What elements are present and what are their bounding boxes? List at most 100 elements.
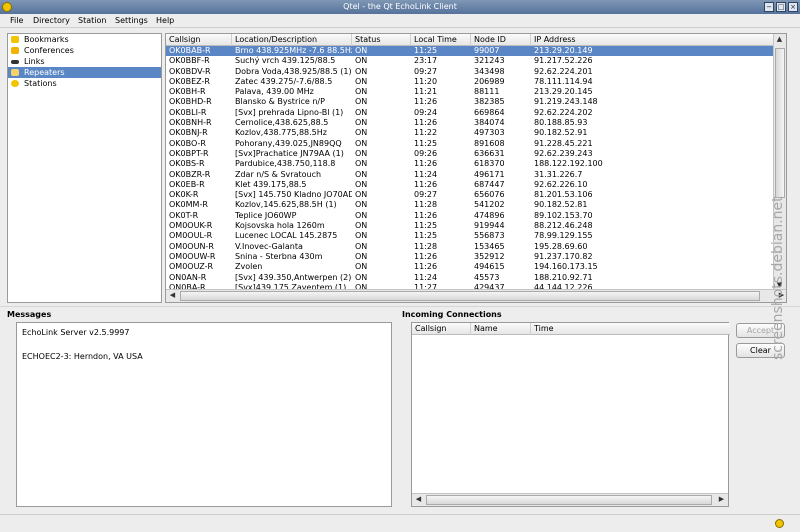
- nav-conferences[interactable]: Conferences: [8, 45, 161, 56]
- table-row[interactable]: ON0AN-R [Svx] 439.350,Antwerpen (2) ON 11:2…: [166, 273, 774, 283]
- table-cell: 213.29.20.145: [534, 87, 593, 97]
- scroll-thumb[interactable]: [180, 291, 760, 301]
- table-cell: Blansko & Bystrice n/P: [235, 97, 325, 107]
- splitter[interactable]: [0, 306, 800, 310]
- table-cell: [Svx] prehrada Lipno-Bl (1): [235, 107, 344, 117]
- scroll-right-arrow-icon[interactable]: ▶: [716, 495, 727, 503]
- incoming-col-time[interactable]: Time: [531, 323, 730, 335]
- table-row[interactable]: OM0OUN-R V.Inovec-Galanta ON 11:28 153465 195…: [166, 242, 774, 252]
- table-row[interactable]: OK0BNH-R Cernolice,438.625,88.5 ON 11:26 384…: [166, 118, 774, 128]
- table-row[interactable]: OK0K-R [Svx] 145.750 Kladno JO70AD ON 09:27…: [166, 190, 774, 200]
- maximize-button[interactable]: □: [776, 2, 786, 12]
- table-row[interactable]: OK0BBF-R Suchý vrch 439.125/88.5 ON 23:17 32…: [166, 56, 774, 66]
- table-cell: 92.62.224.201: [534, 66, 593, 76]
- table-cell: ON: [355, 66, 368, 76]
- messages-view[interactable]: EchoLink Server v2.5.9997 ECHOEC2-3: Her…: [16, 322, 392, 507]
- incoming-col-callsign[interactable]: Callsign: [412, 323, 471, 335]
- table-row[interactable]: OK0BAB-R Brno 438.925MHz -7.6 88.5Hz ON 11:…: [166, 46, 774, 57]
- table-cell: Cernolice,438.625,88.5: [235, 118, 329, 128]
- table-cell: 11:25: [414, 138, 438, 148]
- col-local-time[interactable]: Local Time: [411, 34, 471, 46]
- table-cell: Brno 438.925MHz -7.6 88.5Hz: [235, 46, 352, 55]
- table-cell: 11:20: [414, 76, 438, 86]
- table-cell: 656076: [474, 190, 505, 200]
- table-row[interactable]: OK0BPT-R [Svx]Prachatice JN79AA (1) ON 09:2…: [166, 149, 774, 159]
- menu-file[interactable]: File: [10, 16, 23, 25]
- minimize-button[interactable]: −: [764, 2, 774, 12]
- table-row[interactable]: OK0MM-R Kozlov,145.625,88.5H (1) ON 11:28 54…: [166, 200, 774, 210]
- table-cell: ON: [355, 241, 368, 251]
- table-row[interactable]: OK0T-R Teplice JO60WP ON 11:26 474896 89.102.…: [166, 211, 774, 221]
- scroll-left-arrow-icon[interactable]: ◀: [413, 495, 424, 503]
- table-cell: ON: [355, 76, 368, 86]
- menu-station[interactable]: Station: [78, 16, 106, 25]
- message-line: EchoLink Server v2.5.9997: [22, 328, 130, 337]
- messages-title: Messages: [7, 310, 52, 319]
- incoming-col-name[interactable]: Name: [471, 323, 531, 335]
- nav-bookmarks[interactable]: Bookmarks: [8, 34, 161, 45]
- table-cell: 556873: [474, 231, 505, 241]
- table-cell: 618370: [474, 159, 505, 169]
- table-row[interactable]: OK0BNJ-R Kozlov,438.775,88.5Hz ON 11:22 4973…: [166, 128, 774, 138]
- col-callsign[interactable]: Callsign: [166, 34, 232, 46]
- nav-stations[interactable]: Stations: [8, 78, 161, 89]
- table-cell: ON: [355, 128, 368, 138]
- table-cell: 11:26: [414, 97, 438, 107]
- table-cell: 91.219.243.148: [534, 97, 598, 107]
- menu-settings[interactable]: Settings: [115, 16, 148, 25]
- table-cell: OK0BNJ-R: [169, 128, 208, 138]
- table-cell: ON0AN-R: [169, 272, 207, 282]
- table-row[interactable]: OK0BDV-R Dobra Voda,438.925/88.5 (1) ON 09:…: [166, 67, 774, 77]
- table-cell: 23:17: [414, 56, 438, 66]
- col-status[interactable]: Status: [352, 34, 411, 46]
- table-row[interactable]: OK0BS-R Pardubice,438.750,118.8 ON 11:26 618…: [166, 159, 774, 169]
- table-row[interactable]: OM0OUL-R Lucenec LOCAL 145.2875 ON 11:25 556…: [166, 231, 774, 241]
- table-cell: OM0OUN-R: [169, 241, 214, 251]
- menu-help[interactable]: Help: [156, 16, 174, 25]
- table-horizontal-scrollbar[interactable]: ◀ ▶: [166, 289, 786, 302]
- table-cell: ON: [355, 46, 368, 55]
- table-row[interactable]: OM0OUW-R Snina - Sterbna 430m ON 11:26 35291…: [166, 252, 774, 262]
- table-cell: OK0BEZ-R: [169, 76, 210, 86]
- table-row[interactable]: OK0BH-R Palava, 439.00 MHz ON 11:21 88111 213…: [166, 87, 774, 97]
- table-cell: 11:24: [414, 272, 438, 282]
- table-cell: ON: [355, 179, 368, 189]
- repeater-icon: [11, 69, 19, 76]
- table-cell: 636631: [474, 148, 505, 158]
- col-ip-address[interactable]: IP Address: [531, 34, 774, 46]
- scroll-up-arrow-icon[interactable]: ▲: [774, 35, 785, 43]
- table-row[interactable]: OK0BEZ-R Zatec 439.275/-7.6/88.5 ON 11:20 20…: [166, 77, 774, 87]
- table-cell: 494615: [474, 262, 505, 272]
- table-cell: [Svx]Prachatice JN79AA (1): [235, 148, 344, 158]
- table-cell: ON: [355, 169, 368, 179]
- close-button[interactable]: ×: [788, 2, 798, 12]
- table-cell: 11:21: [414, 87, 438, 97]
- scroll-thumb[interactable]: [426, 495, 712, 505]
- table-cell: ON: [355, 262, 368, 272]
- col-location[interactable]: Location/Description: [232, 34, 352, 46]
- table-row[interactable]: OK0BLI-R [Svx] prehrada Lipno-Bl (1) ON 09:…: [166, 108, 774, 118]
- table-cell: 90.182.52.81: [534, 200, 588, 210]
- directory-nav: Bookmarks Conferences Links Repeaters St…: [7, 33, 162, 303]
- table-row[interactable]: OM0OUZ-R Zvolen ON 11:26 494615 194.160.173.1…: [166, 262, 774, 272]
- scroll-left-arrow-icon[interactable]: ◀: [167, 291, 178, 299]
- table-cell: 78.111.114.94: [534, 76, 593, 86]
- incoming-horizontal-scrollbar[interactable]: ◀ ▶: [412, 493, 728, 506]
- table-cell: OM0OUL-R: [169, 231, 213, 241]
- table-row[interactable]: OK0BHD-R Blansko & Bystrice n/P ON 11:26 382…: [166, 97, 774, 107]
- nav-links[interactable]: Links: [8, 56, 161, 67]
- table-cell: Kozlov,438.775,88.5Hz: [235, 128, 327, 138]
- table-row[interactable]: OK0BZR-R Zdar n/S & Svratouch ON 11:24 49617…: [166, 170, 774, 180]
- table-row[interactable]: OK0BO-R Pohorany,439.025,JN89QQ ON 11:25 891…: [166, 139, 774, 149]
- table-cell: ON: [355, 221, 368, 231]
- table-cell: 92.62.224.202: [534, 107, 593, 117]
- menu-directory[interactable]: Directory: [33, 16, 70, 25]
- nav-repeaters[interactable]: Repeaters: [8, 67, 161, 78]
- status-smiley-icon: [775, 519, 784, 528]
- table-cell: 09:26: [414, 148, 438, 158]
- table-row[interactable]: OM0OUK-R Kojsovska hola 1260m ON 11:25 91994…: [166, 221, 774, 231]
- table-cell: 91.228.45.221: [534, 138, 593, 148]
- col-node-id[interactable]: Node ID: [471, 34, 531, 46]
- table-row[interactable]: OK0EB-R Klet 439.175,88.5 ON 11:26 687447 92.…: [166, 180, 774, 190]
- table-cell: 45573: [474, 272, 500, 282]
